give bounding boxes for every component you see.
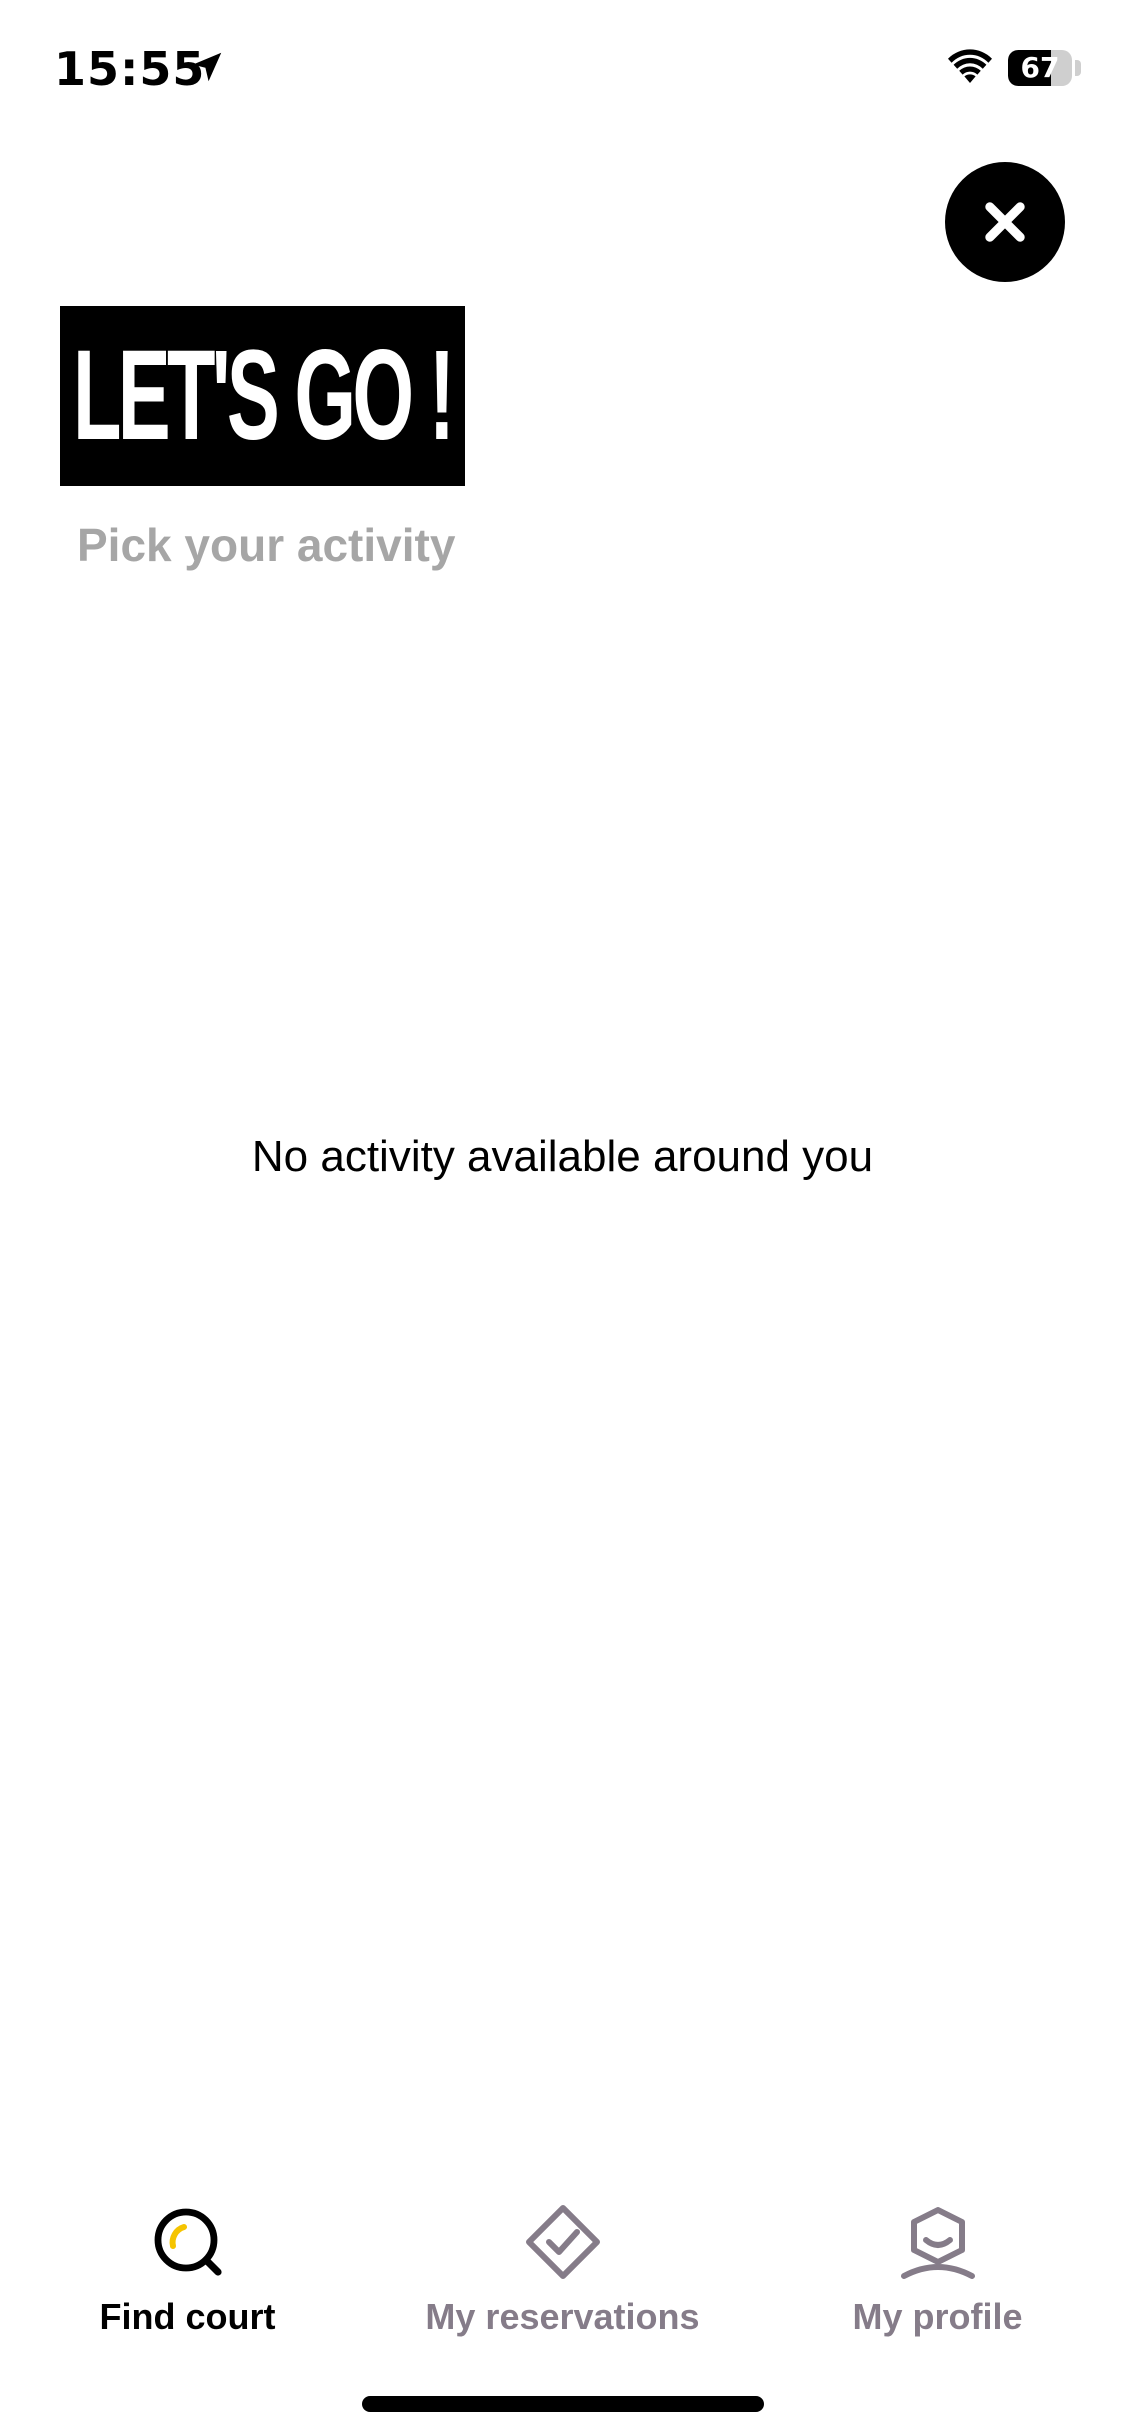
battery-level: 67 [1020,51,1060,84]
status-time: 15:55 [54,42,206,96]
tab-find-court[interactable]: Find court [0,2180,375,2370]
ticket-check-icon [523,2202,603,2282]
tab-my-reservations-label: My reservations [425,2296,700,2337]
search-icon [148,2202,228,2282]
home-indicator [362,2396,764,2412]
tab-my-profile[interactable]: My profile [750,2180,1125,2370]
tab-my-reservations[interactable]: My reservations [375,2180,750,2370]
status-bar: 15:55 67 [0,0,1125,140]
location-arrow-icon [192,52,222,82]
wifi-icon [948,49,992,83]
page-title: LET'S GO ! [73,324,455,467]
tab-find-court-label: Find court [99,2296,276,2337]
profile-icon [898,2202,978,2282]
battery-cap [1075,60,1081,76]
tab-my-profile-label: My profile [852,2296,1023,2337]
empty-state-message: No activity available around you [251,1132,874,1181]
bottom-tab-bar: Find court My reservations My profile [0,2180,1125,2370]
title-banner: LET'S GO ! [60,306,465,486]
screen: 15:55 67 LET'S GO ! Pick your activity N… [0,0,1125,2436]
page-subtitle: Pick your activity [77,519,456,571]
battery-indicator: 67 [1008,50,1072,86]
close-icon [985,202,1025,242]
close-button[interactable] [945,162,1065,282]
